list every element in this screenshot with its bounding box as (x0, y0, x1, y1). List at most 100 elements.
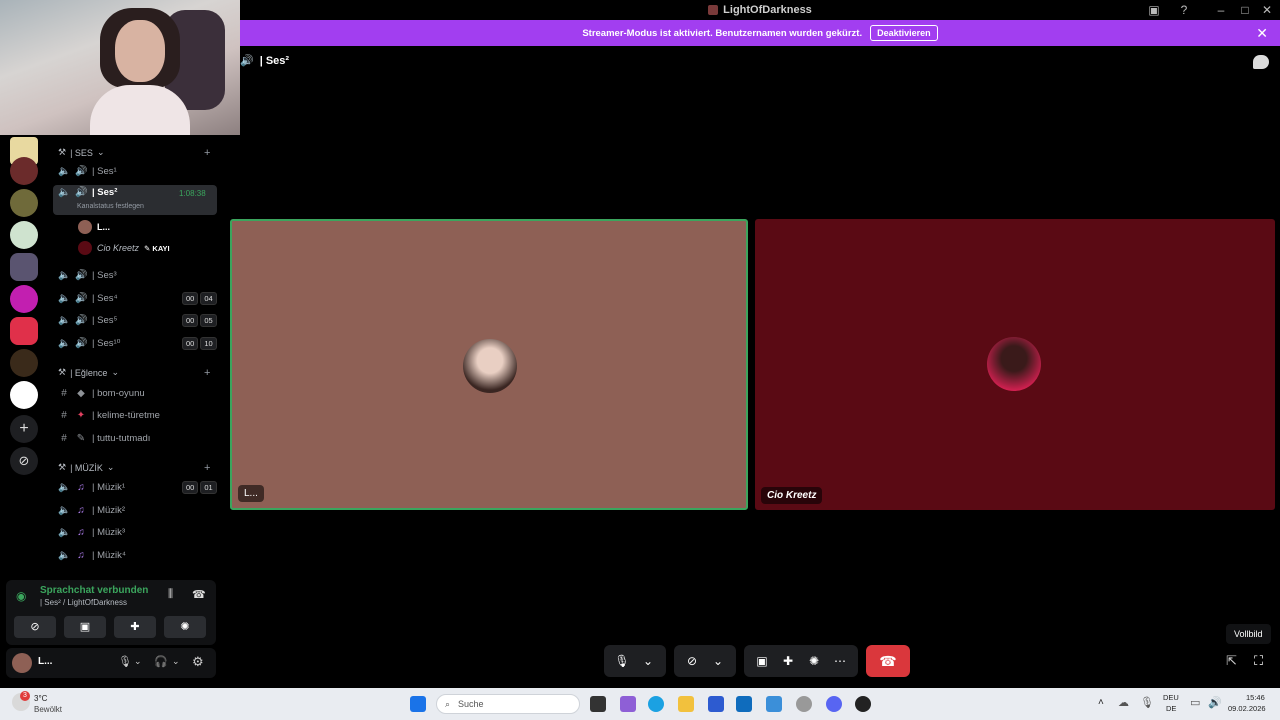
taskbar-search[interactable]: ⌕ Suche (436, 694, 580, 714)
add-server-icon[interactable]: + (10, 415, 38, 443)
soundboard-icon[interactable]: ✺ (802, 654, 826, 668)
search-icon: ⌕ (445, 698, 451, 709)
participant-name: L... (238, 485, 264, 502)
add-channel-icon[interactable]: + (204, 147, 210, 159)
camera-off-icon[interactable]: ⊘ (680, 654, 704, 668)
avatar[interactable] (12, 653, 32, 673)
language-indicator[interactable]: DEU (1163, 693, 1179, 702)
copilot-icon[interactable] (620, 696, 636, 712)
region-indicator[interactable]: DE (1166, 704, 1176, 713)
text-channel[interactable]: # ◆ | bom-oyunu (58, 385, 144, 401)
display-icon[interactable]: ▭ (1190, 696, 1200, 709)
chevron-down-icon[interactable]: ⌄ (706, 654, 730, 668)
screen-share-icon[interactable]: ▣ (750, 654, 774, 668)
noise-suppression-icon[interactable]: ⫼ (168, 588, 173, 601)
voice-channel[interactable]: 🔈 🔊 | Ses⁵ 00 05 (58, 312, 217, 328)
voice-channel-selected[interactable]: 🔈 🔊 | Ses² 1:08:38 Kanalstatus festlegen (53, 185, 217, 215)
server-icon[interactable] (10, 221, 38, 249)
voice-channel[interactable]: 🔈 🔊 | Ses¹ (58, 163, 117, 179)
server-icon[interactable] (10, 253, 38, 281)
voice-channel[interactable]: 🔈 🔊 | Ses¹⁰ 00 10 (58, 335, 217, 351)
network-icon[interactable]: ☁ (1118, 696, 1129, 709)
server-icon[interactable] (10, 349, 38, 377)
text-channel[interactable]: # ✎ | tuttu-tutmadı (58, 430, 150, 446)
channel-status-hint[interactable]: Kanalstatus festlegen (77, 203, 144, 210)
file-explorer-icon[interactable] (678, 696, 694, 712)
participant-tile[interactable]: L... (230, 219, 748, 510)
settings-icon[interactable] (796, 696, 812, 712)
store-icon[interactable] (708, 696, 724, 712)
microphone-icon[interactable]: 🎙 (118, 655, 132, 668)
server-icon[interactable] (10, 317, 38, 345)
volume-icon[interactable]: 🔊 (1208, 696, 1222, 709)
music-icon: ♫ (77, 549, 85, 561)
help-icon[interactable]: ? (1175, 2, 1193, 18)
windows-start-icon[interactable] (410, 696, 426, 712)
cube-icon: ◆ (77, 387, 85, 399)
voice-channel[interactable]: 🔈 ♫ | Müzik⁴ (58, 547, 126, 563)
minimize-button[interactable]: – (1212, 2, 1230, 18)
server-icon[interactable] (10, 157, 38, 185)
voice-channel[interactable]: 🔈 ♫ | Müzik² (58, 502, 125, 518)
microphone-icon[interactable]: 🎙 (610, 654, 634, 668)
outlook-icon[interactable] (736, 696, 752, 712)
camera-off-button[interactable]: ⊘ (14, 616, 56, 638)
chat-bubble-icon[interactable] (1253, 55, 1269, 69)
deactivate-button[interactable]: Deaktivieren (870, 25, 938, 41)
actions-control: ▣ ✚ ✺ ⋯ (744, 645, 858, 677)
voice-channel[interactable]: 🔈 ♫ | Müzik¹ 00 01 (58, 479, 217, 495)
voice-channel[interactable]: 🔈 ♫ | Müzik³ (58, 524, 125, 540)
soundboard-button[interactable]: ✺ (164, 616, 206, 638)
chevron-down-icon[interactable]: ⌄ (134, 656, 142, 667)
voice-channel[interactable]: 🔈 🔊 | Ses³ (58, 267, 117, 283)
chevron-up-icon[interactable]: ˄ (1098, 697, 1104, 708)
task-view-icon[interactable] (590, 696, 606, 712)
microphone-tray-icon[interactable]: 🎙 (1140, 696, 1154, 709)
chevron-down-icon[interactable]: ⌄ (172, 656, 180, 667)
category-eglence[interactable]: ⚒ | Eğlence ⌄ + (58, 367, 210, 379)
headphones-icon[interactable]: 🎧 (154, 655, 168, 668)
obs-icon[interactable] (855, 696, 871, 712)
chevron-down-icon[interactable]: ⌄ (636, 654, 660, 668)
disconnect-icon[interactable]: ☎ (192, 588, 206, 601)
weather-temp: 3°C (34, 694, 48, 703)
music-icon: ♫ (77, 526, 85, 538)
connection-location[interactable]: | Ses² / LightOfDarkness (40, 598, 127, 607)
mic-control: 🎙 ⌄ (604, 645, 666, 677)
discover-icon[interactable]: ⊘ (10, 447, 38, 475)
fullscreen-icon[interactable]: ⛶ (1254, 653, 1263, 669)
screen-share-button[interactable]: ▣ (64, 616, 106, 638)
edge-icon[interactable] (648, 696, 664, 712)
participant-tile[interactable]: Cio Kreetz (755, 219, 1275, 510)
server-icon[interactable] (10, 285, 38, 313)
gear-icon[interactable]: ⚙ (192, 654, 204, 670)
speaker-icon: 🔊 (75, 165, 88, 177)
camera-control: ⊘ ⌄ (674, 645, 736, 677)
hash-icon: # (61, 387, 67, 399)
voice-channel[interactable]: 🔈 🔊 | Ses⁴ 00 04 (58, 290, 217, 306)
category-muzik[interactable]: ⚒ | MÜZİK ⌄ + (58, 462, 210, 474)
text-channel[interactable]: # ✦ | kelime-türetme (58, 407, 160, 423)
voice-user[interactable]: L... (78, 220, 110, 234)
server-icon[interactable] (10, 381, 38, 409)
activities-button[interactable]: ✚ (114, 616, 156, 638)
activities-icon[interactable]: ✚ (776, 654, 800, 668)
more-icon[interactable]: ⋯ (828, 654, 852, 668)
clock-time[interactable]: 15:46 (1246, 693, 1265, 702)
server-icon[interactable] (10, 189, 38, 217)
discord-icon[interactable] (826, 696, 842, 712)
clock-date[interactable]: 09.02.2026 (1228, 704, 1266, 713)
close-window-button[interactable]: ✕ (1258, 2, 1276, 18)
category-ses[interactable]: ⚒ | SES ⌄ + (58, 147, 210, 159)
participant-avatar (463, 339, 517, 393)
popout-icon[interactable]: ⇱ (1226, 653, 1237, 669)
add-channel-icon[interactable]: + (204, 367, 210, 379)
add-channel-icon[interactable]: + (204, 462, 210, 474)
maximize-button[interactable]: □ (1236, 2, 1254, 18)
inbox-icon[interactable]: ▣ (1145, 2, 1163, 18)
hang-up-button[interactable]: ☎ (866, 645, 910, 677)
banner-close-icon[interactable]: ✕ (1256, 25, 1268, 42)
photos-icon[interactable] (766, 696, 782, 712)
voice-user[interactable]: Cio Kreetz ✎ KAYI (78, 241, 170, 255)
user-name[interactable]: L... (38, 656, 52, 667)
